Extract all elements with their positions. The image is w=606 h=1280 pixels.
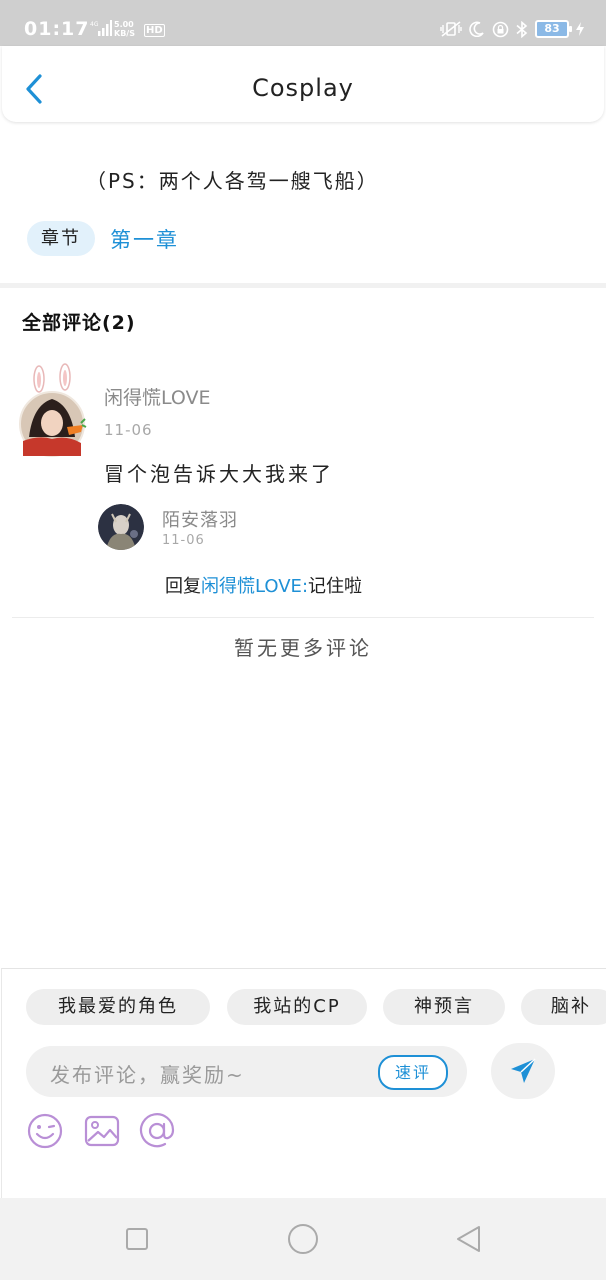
reply-text: 回复闲得慌LOVE:记住啦	[165, 572, 362, 598]
comment-date: 11-06	[104, 421, 153, 439]
reply-prefix: 回复	[165, 576, 201, 597]
chapter-badge: 章节	[27, 221, 95, 256]
moon-icon	[469, 21, 484, 37]
topic-chip-my-cp[interactable]: 我站的CP	[227, 989, 367, 1025]
status-icons: 83	[440, 20, 584, 38]
reply-body: 记住啦	[308, 576, 363, 597]
lock-rotation-icon	[492, 21, 509, 37]
network-type: 4G	[90, 21, 99, 28]
emoji-icon[interactable]	[26, 1112, 64, 1150]
system-back-icon[interactable]	[454, 1224, 482, 1254]
topic-chip-headcanon[interactable]: 脑补	[521, 989, 606, 1025]
image-icon[interactable]	[83, 1112, 121, 1150]
recent-apps-button[interactable]	[126, 1228, 148, 1250]
quick-review-button[interactable]: 速评	[378, 1055, 448, 1090]
comments-heading: 全部评论(2)	[22, 312, 136, 334]
hd-badge: HD	[144, 24, 165, 37]
topic-chip-prediction[interactable]: 神预言	[383, 989, 505, 1025]
comments-divider	[12, 617, 594, 618]
page-title: Cosplay	[252, 74, 354, 102]
topic-chip-favorite-character[interactable]: 我最爱的角色	[26, 989, 210, 1025]
top-app-bar: Cosplay	[2, 46, 604, 122]
reply-target-user[interactable]: 闲得慌LOVE	[201, 576, 302, 597]
battery-indicator: 83	[535, 20, 572, 38]
commenter-avatar[interactable]	[19, 352, 87, 457]
replier-avatar[interactable]	[98, 504, 144, 550]
status-bar: 01:17 4G 5.00 KB/S HD 83	[0, 0, 606, 46]
cellular-signal-icon: 4G	[90, 20, 112, 36]
send-icon	[511, 1058, 536, 1083]
charging-icon	[576, 22, 584, 36]
home-button[interactable]	[288, 1224, 318, 1254]
section-divider	[0, 283, 606, 288]
status-time: 01:17	[24, 18, 90, 40]
chapter-note: （PS：两个人各驾一艘飞船）	[86, 169, 379, 193]
no-more-comments: 暂无更多评论	[234, 636, 372, 660]
reply-date: 11-06	[162, 533, 205, 548]
speed-unit: KB/S	[114, 29, 135, 38]
bluetooth-icon	[516, 20, 528, 38]
chapter-link[interactable]: 第一章	[110, 224, 179, 254]
speed-value: 5.00	[114, 20, 134, 29]
mention-icon[interactable]	[138, 1112, 176, 1150]
replier-name[interactable]: 陌安落羽	[162, 506, 238, 532]
network-speed: 5.00 KB/S	[114, 20, 135, 38]
commenter-name[interactable]: 闲得慌LOVE	[104, 383, 211, 410]
comment-text: 冒个泡告诉大大我来了	[104, 462, 334, 486]
comment-input-placeholder[interactable]: 发布评论，赢奖励~	[50, 1059, 245, 1088]
send-button[interactable]	[491, 1043, 555, 1099]
vibrate-mute-icon	[440, 21, 462, 37]
